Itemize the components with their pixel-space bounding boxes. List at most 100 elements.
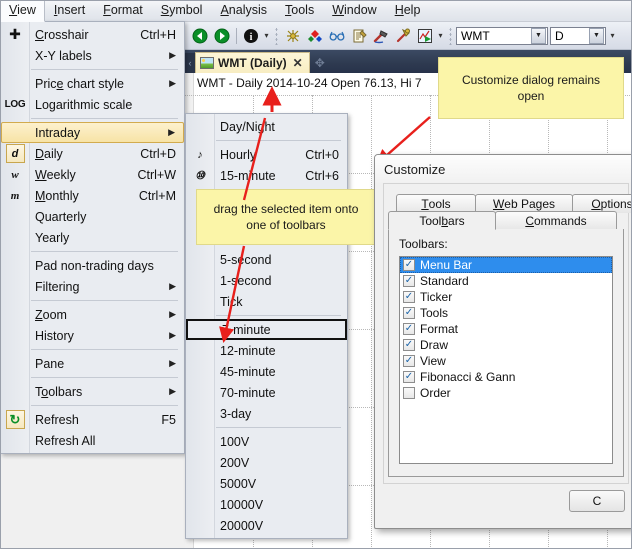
period-combo[interactable]: D ▼ — [550, 26, 606, 45]
toolbar-grip[interactable] — [273, 26, 280, 45]
dialog-tab-toolbars[interactable]: Tool b ars — [388, 211, 496, 230]
view-menu-item-daily[interactable]: d Daily Ctrl+D — [1, 143, 184, 164]
symbol-combo[interactable]: WMT ▼ — [456, 26, 548, 45]
menubar-item-tools[interactable]: Tools — [276, 0, 323, 21]
intraday-item-70-minute[interactable]: 70-minute — [186, 382, 347, 403]
view-menu-item-monthly[interactable]: m Monthly Ctrl+M — [1, 185, 184, 206]
toolbar-list-item[interactable]: ✓ Tools — [400, 305, 612, 321]
intraday-item-15-minute[interactable]: ⑩ 15-minute Ctrl+6 — [186, 165, 347, 186]
close-button[interactable]: C — [569, 490, 625, 512]
customize-dialog[interactable]: Customize Tools Web Pages Options Tool b ars… — [374, 154, 632, 529]
intraday-item-hourly[interactable]: ♪ Hourly Ctrl+0 — [186, 144, 347, 165]
glasses-icon[interactable] — [326, 25, 348, 47]
toolbar-overflow-button-2[interactable]: ▾ — [436, 25, 445, 47]
view-menu-item-refresh-all[interactable]: Refresh All — [1, 430, 184, 451]
toolbar-list-item[interactable]: Order — [400, 385, 612, 401]
checkbox-checked-icon[interactable]: ✓ — [403, 339, 415, 351]
menu-separator — [31, 349, 178, 350]
toolbar-list-item[interactable]: ✓ Standard — [400, 273, 612, 289]
intraday-item-20000v[interactable]: 20000V — [186, 515, 347, 536]
view-menu-item-zoom[interactable]: Zoom ▶ — [1, 304, 184, 325]
view-menu-item-crosshair[interactable]: ✚ Crosshair Ctrl+H — [1, 24, 184, 45]
checkbox-checked-icon[interactable]: ✓ — [403, 291, 415, 303]
checkbox-unchecked-icon[interactable] — [403, 387, 415, 399]
menu-item-no-icon — [186, 403, 214, 424]
chart-tab-wmt-daily[interactable]: WMT (Daily) ✕ — [195, 52, 310, 73]
intraday-item-200v[interactable]: 200V — [186, 452, 347, 473]
toolbar-grip-2[interactable] — [447, 26, 454, 45]
view-menu-item-x-y-labels[interactable]: X-Y labels ▶ — [1, 45, 184, 66]
view-menu-item-refresh[interactable]: ↻ Refresh F5 — [1, 409, 184, 430]
new-tab-icon[interactable]: ✥ — [310, 52, 330, 73]
checkbox-checked-icon[interactable]: ✓ — [403, 323, 415, 335]
toolbar-list-item[interactable]: ✓ Menu Bar — [400, 257, 612, 273]
toolbar-overflow-button[interactable]: ▾ — [262, 25, 271, 47]
menubar-item-format[interactable]: Format — [94, 0, 152, 21]
log-icon: LOG — [4, 99, 26, 110]
intraday-item-tick[interactable]: Tick — [186, 291, 347, 312]
view-menu-item-toolbars[interactable]: Toolbars ▶ — [1, 381, 184, 402]
intraday-item-day-night[interactable]: Day/Night — [186, 116, 347, 137]
view-menu-item-price-chart-style[interactable]: Price chart style ▶ — [1, 73, 184, 94]
menu-item-label: Daily — [35, 146, 63, 161]
view-menu-item-pad-non-trading-days[interactable]: Pad non-trading days — [1, 255, 184, 276]
intraday-item-3-day[interactable]: 3-day — [186, 403, 347, 424]
checkbox-checked-icon[interactable]: ✓ — [403, 307, 415, 319]
view-menu-item-yearly[interactable]: Yearly — [1, 227, 184, 248]
notes-icon[interactable] — [348, 25, 370, 47]
run-chart-icon[interactable] — [414, 25, 436, 47]
back-icon[interactable] — [189, 25, 211, 47]
menubar-item-help[interactable]: Help — [386, 0, 430, 21]
view-menu-item-filtering[interactable]: Filtering ▶ — [1, 276, 184, 297]
intraday-item-12-minute[interactable]: 12-minute — [186, 340, 347, 361]
intraday-item-45-minute[interactable]: 45-minute — [186, 361, 347, 382]
menubar-item-insert[interactable]: Insert — [45, 0, 94, 21]
chevron-down-icon[interactable]: ▼ — [589, 27, 604, 44]
toolbar-list-item[interactable]: ✓ Ticker — [400, 289, 612, 305]
close-icon[interactable]: ✕ — [293, 56, 303, 70]
toolbar-list-item[interactable]: ✓ Draw — [400, 337, 612, 353]
dialog-tab-commands[interactable]: Commands — [495, 211, 617, 230]
menu-item-no-icon — [186, 340, 214, 361]
view-menu-item-weekly[interactable]: w Weekly Ctrl+W — [1, 164, 184, 185]
checkbox-checked-icon[interactable]: ✓ — [403, 259, 415, 271]
menubar-item-symbol[interactable]: Symbol — [152, 0, 212, 21]
hammer-icon[interactable] — [370, 25, 392, 47]
intraday-item-7-minute[interactable]: 7-minute — [186, 319, 347, 340]
menu-item-no-icon — [1, 227, 29, 248]
spider-tool-icon[interactable] — [282, 25, 304, 47]
view-menu-item-history[interactable]: History ▶ — [1, 325, 184, 346]
chevron-down-icon[interactable]: ▼ — [531, 27, 546, 44]
checkbox-checked-icon[interactable]: ✓ — [403, 355, 415, 367]
menu-item-no-icon — [1, 255, 29, 276]
view-menu-item-pane[interactable]: Pane ▶ — [1, 353, 184, 374]
menu-item-no-icon — [1, 381, 29, 402]
view-menu-item-logarithmic-scale[interactable]: LOG Logarithmic scale — [1, 94, 184, 115]
view-menu-item-intraday[interactable]: Intraday ▶ — [1, 122, 184, 143]
forward-icon[interactable] — [211, 25, 233, 47]
tab-scroll-left[interactable]: ‹ — [185, 53, 195, 73]
toolbar-list-item[interactable]: ✓ Format — [400, 321, 612, 337]
intraday-item-5000v[interactable]: 5000V — [186, 473, 347, 494]
intraday-item-1-second[interactable]: 1-second — [186, 270, 347, 291]
toolbars-listbox[interactable]: ✓ Menu Bar ✓ Standard ✓ Ticker ✓ Tools ✓ Format ✓ D… — [399, 256, 613, 464]
colors-icon[interactable] — [304, 25, 326, 47]
pick-icon[interactable] — [392, 25, 414, 47]
toolbar-list-item[interactable]: ✓ Fibonacci & Gann — [400, 369, 612, 385]
intraday-item-5-second[interactable]: 5-second — [186, 249, 347, 270]
toolbar-list-item-label: Standard — [420, 274, 469, 288]
view-menu-item-quarterly[interactable]: Quarterly — [1, 206, 184, 227]
toolbar-list-item[interactable]: ✓ View — [400, 353, 612, 369]
checkbox-checked-icon[interactable]: ✓ — [403, 275, 415, 287]
toolbar-list-item-label: Ticker — [420, 290, 453, 304]
menubar-item-analysis[interactable]: Analysis — [211, 0, 276, 21]
menubar-item-view[interactable]: View — [0, 0, 45, 22]
info-icon[interactable]: i — [240, 25, 262, 47]
intraday-item-10000v[interactable]: 10000V — [186, 494, 347, 515]
menubar-item-window[interactable]: Window — [323, 0, 385, 21]
daily-icon: d — [1, 143, 29, 164]
toolbar-overflow-button-3[interactable]: ▾ — [608, 25, 617, 47]
checkbox-checked-icon[interactable]: ✓ — [403, 371, 415, 383]
period-combo-value: D — [555, 28, 564, 43]
intraday-item-100v[interactable]: 100V — [186, 431, 347, 452]
